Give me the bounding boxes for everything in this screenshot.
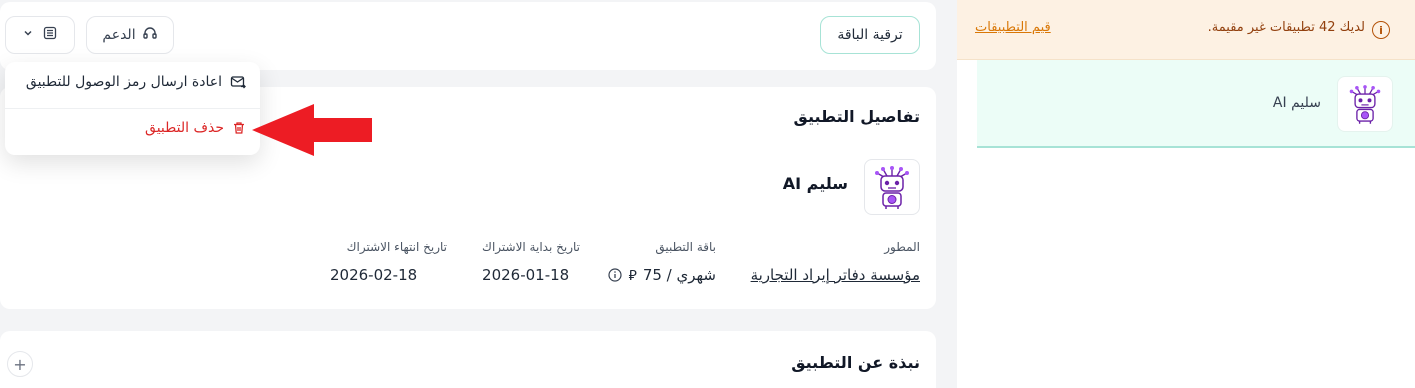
robot-icon: [1349, 85, 1381, 124]
riyal-currency-icon: ⃁: [628, 268, 637, 284]
resend-access-code-item[interactable]: اعادة ارسال رمز الوصول للتطبيق: [19, 74, 246, 90]
chevron-down-icon: [22, 27, 34, 43]
developer-label: المطور: [884, 240, 920, 254]
support-label: الدعم: [102, 27, 136, 43]
annotation-arrow-icon: [252, 104, 372, 156]
trash-icon: [232, 121, 246, 135]
delete-app-label: حذف التطبيق: [145, 120, 224, 136]
about-title: نبذة عن التطبيق: [791, 353, 920, 372]
sidebar-app-logo: [1337, 76, 1393, 132]
app-name: سليم AI: [782, 174, 848, 193]
info-icon: i: [1372, 21, 1390, 39]
end-date-field: تاريخ انتهاء الاشتراك 2026-02-18: [330, 240, 447, 284]
end-date-value: 2026-02-18: [330, 266, 418, 284]
expand-plus-icon[interactable]: +: [7, 351, 33, 377]
developer-field: المطور مؤسسة دفاتر إيراد التجارية: [751, 240, 920, 284]
headphones-icon: [142, 25, 158, 45]
unrated-apps-notice: i لديك 42 تطبيقات غير مقيمة. قيم التطبيق…: [957, 0, 1415, 60]
sidebar-app-name: سليم AI: [1272, 95, 1321, 111]
delete-app-item[interactable]: حذف التطبيق: [126, 120, 246, 136]
package-value: شهري / 75: [642, 266, 716, 284]
upgrade-plan-label: ترقية الباقة: [837, 27, 903, 43]
apps-sidebar: i لديك 42 تطبيقات غير مقيمة. قيم التطبيق…: [957, 0, 1415, 388]
end-date-label: تاريخ انتهاء الاشتراك: [346, 240, 447, 254]
actions-dropdown: اعادة ارسال رمز الوصول للتطبيق حذف التطب…: [5, 62, 260, 155]
start-date-value: 2026-01-18: [482, 266, 570, 284]
notice-text: لديك 42 تطبيقات غير مقيمة.: [1207, 20, 1365, 35]
start-date-label: تاريخ بداية الاشتراك: [482, 240, 580, 254]
app-logo: [864, 159, 920, 215]
resend-access-code-label: اعادة ارسال رمز الوصول للتطبيق: [25, 74, 222, 90]
developer-value: مؤسسة دفاتر إيراد التجارية: [750, 266, 920, 284]
details-title: تفاصيل التطبيق: [793, 107, 920, 126]
mail-send-icon: [230, 74, 246, 90]
rate-apps-link[interactable]: قيم التطبيقات: [975, 20, 1051, 35]
top-toolbar: ترقية الباقة الدعم: [0, 2, 936, 70]
sidebar-app-item[interactable]: سليم AI: [977, 60, 1415, 148]
list-menu-icon: [42, 25, 58, 45]
about-app-card: نبذة عن التطبيق +: [0, 331, 936, 388]
developer-link[interactable]: مؤسسة دفاتر إيراد التجارية: [751, 266, 920, 284]
package-field: باقة التطبيق شهري / 75 ⃁: [608, 240, 716, 284]
robot-icon: [875, 166, 909, 209]
package-label: باقة التطبيق: [655, 240, 716, 254]
actions-menu-button[interactable]: [5, 16, 75, 54]
support-button[interactable]: الدعم: [86, 16, 174, 54]
start-date-field: تاريخ بداية الاشتراك 2026-01-18: [482, 240, 580, 284]
info-icon[interactable]: [608, 268, 623, 282]
dropdown-divider: [5, 108, 260, 109]
upgrade-plan-button[interactable]: ترقية الباقة: [820, 16, 920, 54]
